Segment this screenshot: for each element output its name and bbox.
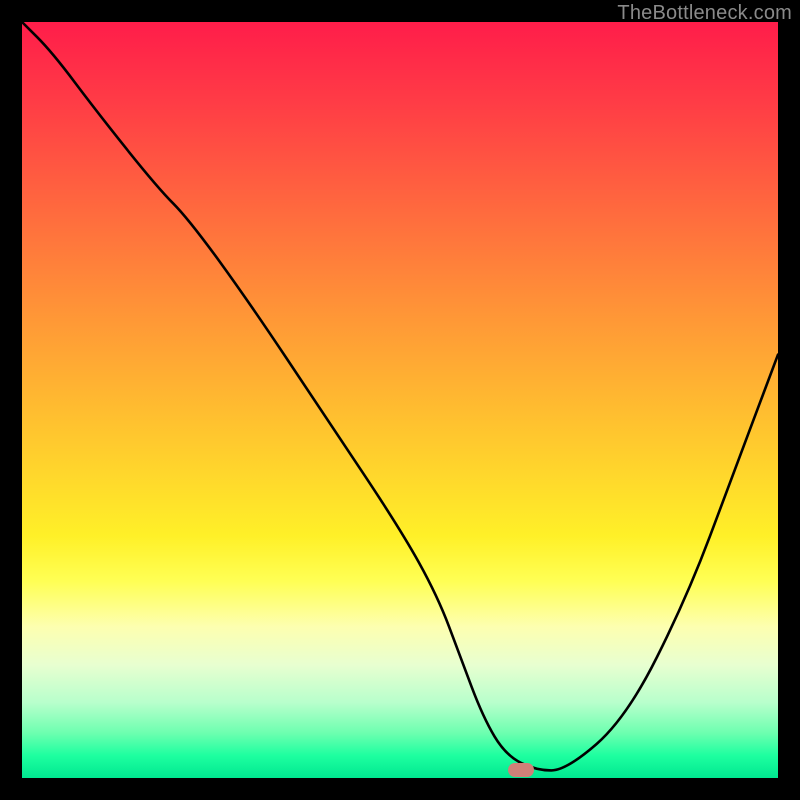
bottleneck-curve <box>22 22 778 778</box>
chart-frame: TheBottleneck.com <box>0 0 800 800</box>
watermark-text: TheBottleneck.com <box>617 2 792 25</box>
plot-area <box>22 22 778 778</box>
optimal-point-marker <box>508 763 534 777</box>
